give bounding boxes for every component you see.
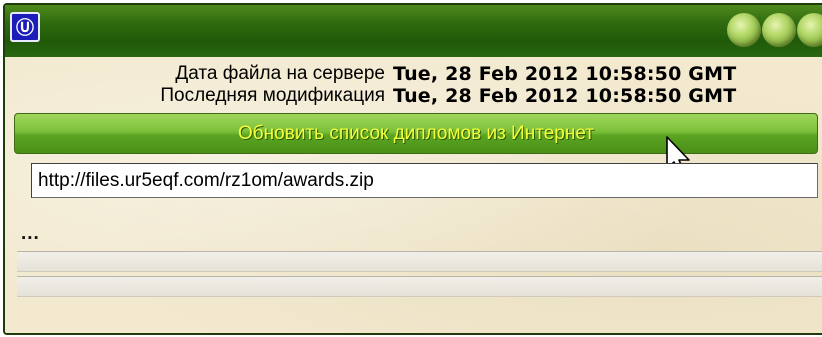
- main-window: Ⓤ Дата файла на сервере Tue, 28 Feb 2012…: [3, 3, 822, 335]
- content-area: Дата файла на сервере Tue, 28 Feb 2012 1…: [5, 57, 822, 333]
- maximize-button[interactable]: [762, 13, 796, 47]
- status-message: ...: [21, 223, 40, 244]
- server-date-label: Дата файла на сервере: [175, 63, 385, 84]
- app-icon[interactable]: Ⓤ: [10, 12, 40, 42]
- footer-status: ...: [793, 322, 808, 335]
- server-date-value: Tue, 28 Feb 2012 10:58:50 GMT: [393, 63, 737, 85]
- minimize-button[interactable]: [727, 13, 761, 47]
- update-awards-button[interactable]: Обновить список дипломов из Интернет: [14, 113, 818, 154]
- title-bar[interactable]: Ⓤ: [5, 5, 822, 57]
- close-button[interactable]: [797, 13, 822, 47]
- server-date-row: Дата файла на сервере Tue, 28 Feb 2012 1…: [5, 63, 822, 85]
- url-input[interactable]: [31, 163, 818, 198]
- last-modified-label: Последняя модификация: [160, 85, 385, 106]
- last-modified-row: Последняя модификация Tue, 28 Feb 2012 1…: [5, 85, 822, 107]
- progress-bar-secondary: [17, 276, 822, 297]
- update-awards-button-label: Обновить список дипломов из Интернет: [238, 122, 594, 144]
- progress-bar-primary: [17, 251, 822, 272]
- last-modified-value: Tue, 28 Feb 2012 10:58:50 GMT: [393, 85, 737, 107]
